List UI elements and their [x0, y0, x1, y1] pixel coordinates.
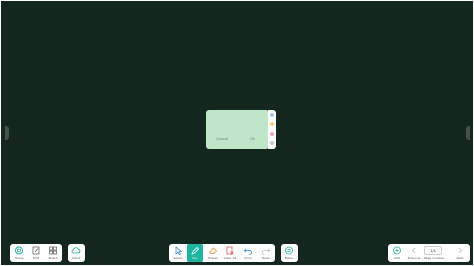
edit-label: Edit — [33, 256, 39, 260]
page-toolbar: Add Previous 1/1 Page number Next — [388, 244, 470, 262]
page-number-group: Page number — [424, 244, 444, 262]
home-button[interactable]: Home — [11, 244, 27, 262]
cloud-label: Cloud — [71, 256, 81, 260]
add-icon — [393, 246, 401, 255]
right-edge-handle[interactable] — [466, 126, 470, 140]
next-page-button[interactable]: Next — [452, 244, 468, 262]
select-label: Select — [173, 256, 183, 260]
sticky-note[interactable]: Cancel Ok — [206, 110, 269, 149]
menu-icon — [285, 246, 293, 255]
select-tool[interactable]: Select — [170, 244, 186, 262]
cloud-icon — [71, 247, 81, 254]
chevron-right-icon — [458, 247, 463, 254]
color-swatch-yellow[interactable] — [270, 122, 274, 126]
board-icon — [49, 246, 57, 255]
note-color-picker — [268, 110, 276, 149]
color-swatch-blue[interactable] — [270, 113, 274, 117]
cloud-button[interactable]: Cloud — [68, 244, 84, 262]
left-toolbar: Home Edit Board — [10, 244, 62, 262]
home-icon — [15, 246, 23, 255]
page-number-label: Page number — [424, 256, 444, 260]
undo-tool[interactable]: Undo — [240, 244, 256, 262]
drawing-toolbar: Select Pen Eraser Clear All Undo Redo — [169, 244, 275, 262]
edit-button[interactable]: Edit — [28, 244, 44, 262]
cloud-panel: Cloud — [68, 244, 85, 262]
select-icon — [175, 246, 183, 255]
add-page-button[interactable]: Add — [389, 244, 405, 262]
pen-icon — [191, 246, 200, 255]
redo-label: Redo — [262, 256, 270, 260]
previous-label: Previous — [407, 256, 421, 260]
undo-label: Undo — [244, 256, 252, 260]
note-ok-button[interactable]: Ok — [250, 137, 255, 141]
redo-icon — [262, 248, 271, 255]
menu-panel: Menu — [281, 244, 298, 262]
home-label: Home — [14, 256, 24, 260]
menu-label: Menu — [284, 256, 294, 260]
eraser-tool[interactable]: Eraser — [205, 244, 221, 262]
next-label: Next — [456, 256, 464, 260]
eraser-label: Eraser — [208, 256, 218, 260]
edit-icon — [32, 246, 40, 255]
sticky-note-footer: Cancel Ok — [206, 137, 269, 145]
board-button[interactable]: Board — [45, 244, 61, 262]
undo-icon — [243, 248, 252, 255]
menu-button[interactable]: Menu — [281, 244, 297, 262]
color-swatch-pink[interactable] — [270, 132, 274, 136]
color-swatch-gray[interactable] — [270, 141, 274, 145]
previous-page-button[interactable]: Previous — [406, 244, 422, 262]
redo-tool[interactable]: Redo — [258, 244, 274, 262]
chevron-left-icon — [411, 247, 416, 254]
note-cancel-button[interactable]: Cancel — [216, 137, 228, 141]
board-label: Board — [48, 256, 58, 260]
add-label: Add — [394, 256, 400, 260]
clear-all-label: Clear All — [223, 256, 237, 260]
pen-label: Pen — [192, 256, 198, 260]
eraser-icon — [208, 247, 218, 254]
clear-all-tool[interactable]: Clear All — [222, 244, 238, 262]
clear-all-icon — [226, 246, 234, 255]
pen-tool[interactable]: Pen — [187, 244, 203, 262]
left-edge-handle[interactable] — [5, 126, 9, 140]
